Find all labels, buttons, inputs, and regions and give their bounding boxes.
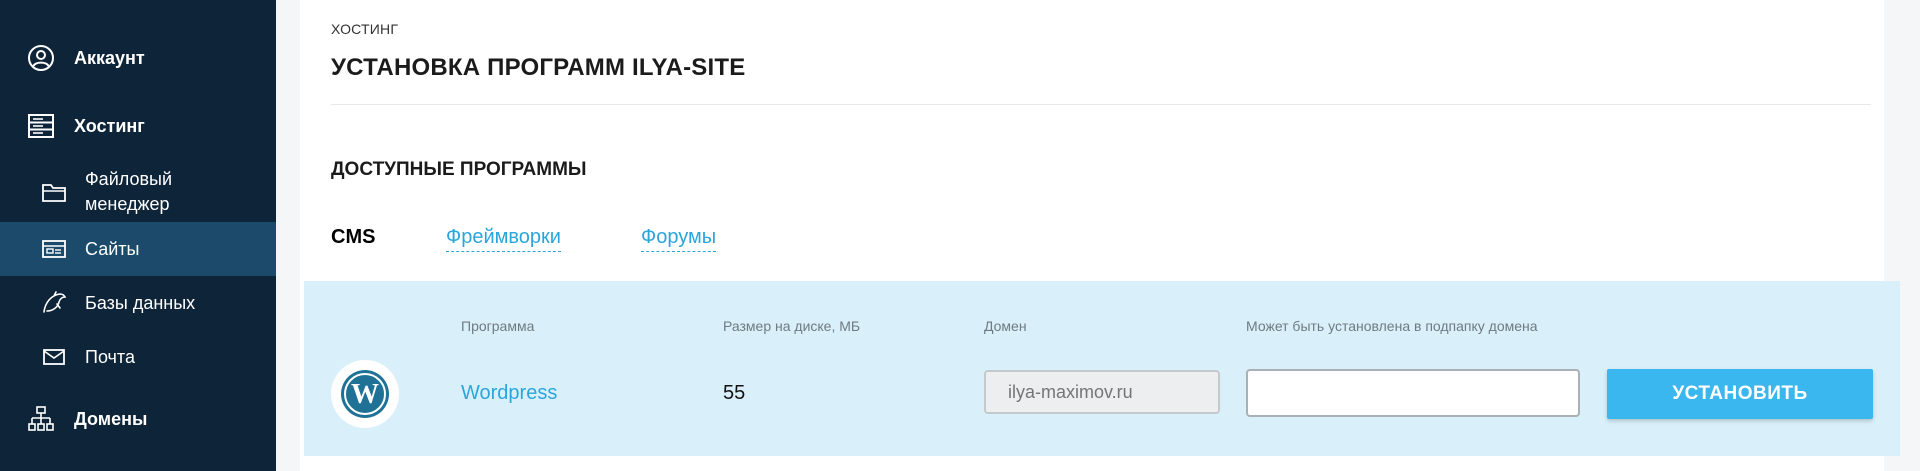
tab-cms[interactable]: CMS [331, 226, 375, 249]
tab-frameworks[interactable]: Фреймворки [446, 226, 561, 252]
sidebar: Аккаунт Хостинг Файловый менеджер Сайты … [0, 0, 276, 471]
sitemap-icon [26, 404, 56, 434]
sidebar-item-label: Домены [74, 408, 148, 429]
column-header-subfolder: Может быть установлена в подпапку домена [1246, 318, 1538, 334]
sidebar-item-label: Почта [85, 346, 135, 367]
sidebar-item-label: Файловый менеджер [85, 169, 173, 214]
user-circle-icon [26, 43, 56, 73]
install-button[interactable]: УСТАНОВИТЬ [1607, 369, 1873, 419]
subfolder-input[interactable] [1246, 369, 1580, 417]
column-header-size: Размер на диске, МБ [723, 318, 861, 334]
sidebar-item-sites[interactable]: Сайты [0, 222, 276, 276]
column-header-domain: Домен [984, 318, 1027, 334]
app-root: Аккаунт Хостинг Файловый менеджер Сайты … [0, 0, 1920, 471]
sidebar-item-hosting[interactable]: Хостинг [0, 98, 276, 154]
envelope-icon [39, 342, 69, 372]
svg-text:W: W [351, 379, 379, 410]
site-card-icon [39, 234, 69, 264]
wordpress-icon: W [331, 360, 399, 428]
sidebar-item-domains[interactable]: Домены [0, 391, 276, 447]
sidebar-item-label: Базы данных [85, 292, 196, 313]
program-size: 55 [723, 382, 746, 404]
folder-icon [39, 177, 69, 207]
program-name-link[interactable]: Wordpress [461, 382, 557, 405]
tab-forums[interactable]: Форумы [641, 226, 717, 252]
divider [331, 104, 1871, 105]
server-icon [26, 111, 56, 141]
column-header-program: Программа [461, 318, 535, 334]
sidebar-item-label: Сайты [85, 238, 140, 259]
sidebar-item-mail[interactable]: Почта [0, 330, 276, 384]
breadcrumb[interactable]: ХОСТИНГ [331, 21, 398, 37]
sidebar-item-label: Аккаунт [74, 47, 145, 68]
dolphin-icon [39, 288, 69, 318]
sidebar-item-file-manager[interactable]: Файловый менеджер [0, 166, 276, 218]
sidebar-item-databases[interactable]: Базы данных [0, 276, 276, 330]
sidebar-item-account[interactable]: Аккаунт [0, 30, 276, 86]
domain-field[interactable] [984, 370, 1220, 414]
sidebar-item-label: Хостинг [74, 115, 145, 136]
page-title: УСТАНОВКА ПРОГРАММ ILYA-SITE [331, 54, 746, 81]
section-title: ДОСТУПНЫЕ ПРОГРАММЫ [331, 159, 587, 180]
